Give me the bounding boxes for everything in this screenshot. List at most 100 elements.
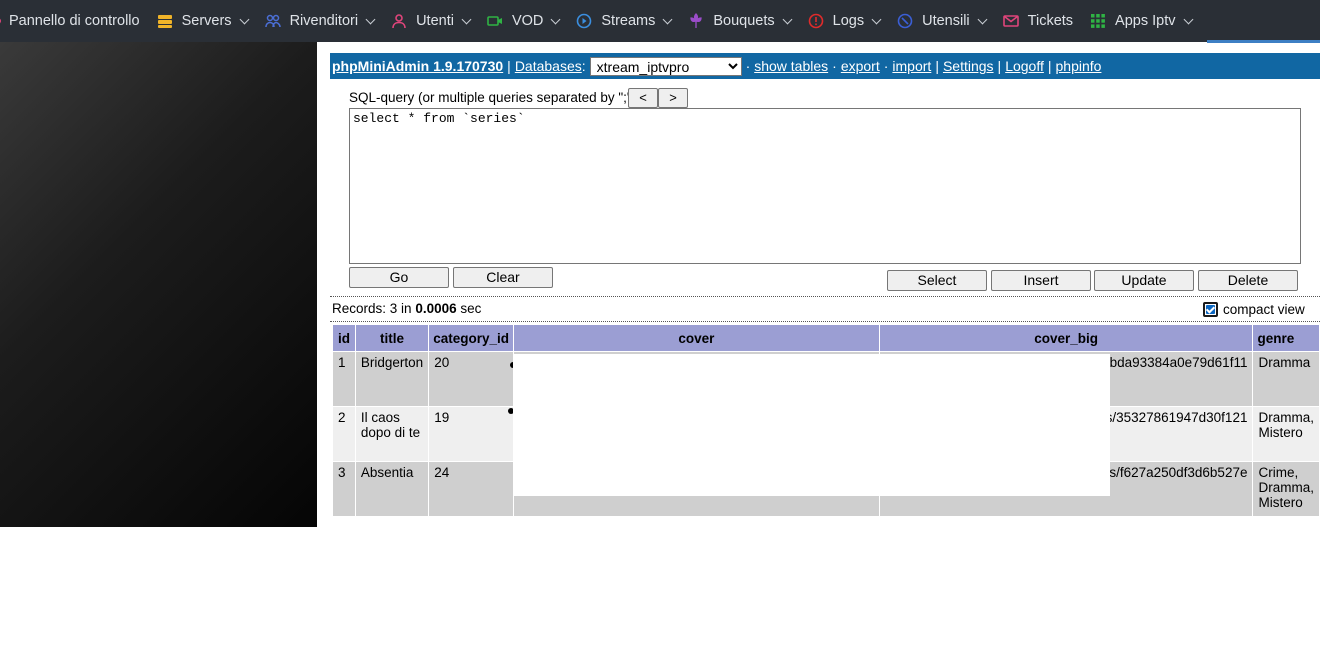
query-time: 0.0006: [415, 301, 457, 316]
go-button[interactable]: Go: [349, 267, 449, 288]
nav-item-utensili[interactable]: Utensili: [897, 0, 988, 42]
separator: ·: [883, 58, 889, 74]
cell-title: Il caos dopo di te: [354, 406, 430, 462]
users-icon: [264, 13, 281, 29]
databases-link[interactable]: Databases: [515, 58, 582, 74]
nav-item-label: Tickets: [1027, 13, 1074, 29]
user-icon: [391, 13, 407, 29]
logoff-link[interactable]: Logoff: [1005, 58, 1044, 74]
nav-item-label: Apps Iptv: [1115, 13, 1176, 29]
chevron-down-icon: [662, 14, 673, 24]
separator: ·: [745, 58, 751, 74]
separator: ·: [832, 58, 837, 74]
flower-icon: [688, 13, 704, 29]
nav-item-label: Streams: [601, 13, 656, 29]
column-header[interactable]: cover: [512, 324, 880, 352]
blank-overlay: [513, 354, 1110, 496]
play-circle-icon: [576, 13, 592, 29]
column-header[interactable]: title: [354, 324, 430, 352]
cell-title: Bridgerton: [354, 351, 430, 407]
cell-title: Absentia: [354, 461, 430, 517]
chevron-down-icon: [1183, 14, 1193, 24]
top-navbar: Pannello di controllo Servers Rivenditori U…: [0, 0, 1320, 43]
chevron-down-icon: [365, 14, 376, 24]
table-header-row: id title category_id cover cover_big gen…: [332, 324, 1320, 352]
nav-item-label: Rivenditori: [289, 13, 359, 29]
compact-view-toggle[interactable]: compact view: [1203, 302, 1305, 317]
cell-id: 2: [332, 406, 356, 462]
chevron-down-icon: [550, 14, 561, 24]
nav-item-bouquets[interactable]: Bouquets: [688, 0, 793, 42]
nav-item-apps-iptv[interactable]: Apps Iptv: [1090, 0, 1193, 42]
nav-item-label: Pannello di controllo: [9, 13, 140, 29]
delete-button[interactable]: Delete: [1198, 270, 1298, 291]
column-header[interactable]: genre: [1252, 324, 1320, 352]
import-link[interactable]: import: [892, 58, 931, 74]
chevron-down-icon: [977, 14, 988, 24]
nav-item-rivenditori[interactable]: Rivenditori: [264, 0, 376, 42]
cell-id: 3: [332, 461, 356, 517]
records-label: Records:: [332, 301, 390, 316]
chevron-down-icon: [871, 14, 882, 24]
clear-button[interactable]: Clear: [453, 267, 553, 288]
nav-item-label: Servers: [181, 13, 232, 29]
chevron-down-icon: [239, 14, 250, 24]
cell-genre: Crime, Dramma, Mistero: [1252, 461, 1320, 517]
in-label: in: [397, 301, 416, 316]
sec-label: sec: [456, 301, 482, 316]
select-button[interactable]: Select: [887, 270, 987, 291]
cell-id: 1: [332, 351, 356, 407]
compact-view-label: compact view: [1223, 302, 1305, 317]
nav-item-pannello-di-controllo[interactable]: Pannello di controllo: [0, 0, 140, 42]
nav-item-label: Utensili: [922, 13, 970, 29]
mail-icon: [1002, 13, 1019, 29]
cell-category-id: 19: [428, 406, 514, 462]
column-header[interactable]: cover_big: [878, 324, 1254, 352]
compact-view-checkbox[interactable]: [1203, 302, 1218, 317]
dashboard-icon: [0, 13, 6, 29]
divider: [330, 296, 1320, 297]
nav-item-servers[interactable]: Servers: [157, 0, 250, 42]
nav-item-streams[interactable]: Streams: [576, 0, 673, 42]
nav-item-label: Utenti: [416, 13, 454, 29]
cell-genre: Dramma: [1252, 351, 1320, 407]
separator: |: [507, 58, 511, 74]
grid-icon: [1090, 13, 1106, 29]
history-prev-button[interactable]: <: [628, 88, 658, 108]
update-button[interactable]: Update: [1094, 270, 1194, 291]
column-header[interactable]: id: [332, 324, 356, 352]
chevron-down-icon: [782, 14, 793, 24]
nav-item-utenti[interactable]: Utenti: [391, 0, 472, 42]
nav-item-logs[interactable]: Logs: [808, 0, 882, 42]
alert-icon: [808, 13, 824, 29]
sql-query-input[interactable]: select * from `series`: [349, 108, 1301, 264]
sql-query-label: SQL-query (or multiple queries separated…: [349, 90, 640, 105]
show-tables-link[interactable]: show tables: [754, 58, 828, 74]
nav-item-label: VOD: [511, 13, 544, 29]
separator: |: [1047, 58, 1052, 74]
nav-menu: Pannello di controllo Servers Rivenditori U…: [0, 0, 1209, 42]
colon: :: [581, 58, 586, 74]
separator: |: [997, 58, 1002, 74]
settings-link[interactable]: Settings: [943, 58, 994, 74]
chevron-down-icon: [461, 14, 472, 24]
database-select[interactable]: xtream_iptvpro: [589, 56, 742, 76]
pma-header-bar: phpMiniAdmin 1.9.170730 | Databases: xtr…: [330, 53, 1320, 79]
cell-category-id: 24: [428, 461, 514, 517]
app-name-link[interactable]: phpMiniAdmin 1.9.170730: [332, 58, 503, 74]
nav-item-vod[interactable]: VOD: [487, 0, 561, 42]
video-icon: [487, 13, 503, 29]
column-header[interactable]: category_id: [428, 324, 514, 352]
export-link[interactable]: export: [841, 58, 880, 74]
divider: [330, 321, 1320, 322]
phpinfo-link[interactable]: phpinfo: [1056, 58, 1102, 74]
tools-icon: [897, 13, 913, 29]
server-icon: [157, 13, 173, 29]
nav-item-label: Logs: [832, 13, 865, 29]
insert-button[interactable]: Insert: [991, 270, 1091, 291]
cell-genre: Dramma, Mistero: [1252, 406, 1320, 462]
cell-category-id: 20: [428, 351, 514, 407]
history-next-button[interactable]: >: [658, 88, 688, 108]
nav-item-tickets[interactable]: Tickets: [1002, 0, 1074, 42]
nav-item-label: Bouquets: [713, 13, 775, 29]
